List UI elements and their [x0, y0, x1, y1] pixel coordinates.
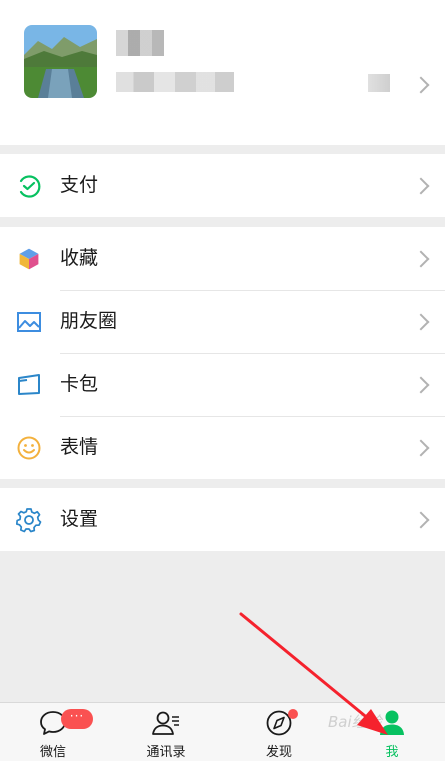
tab-label: 我	[385, 745, 399, 760]
menu-item-stickers[interactable]: 表情	[0, 416, 445, 479]
chevron-right-icon	[412, 250, 430, 268]
chevron-right-icon	[412, 511, 430, 529]
cube-icon	[18, 247, 40, 271]
watermark: Bai经验	[328, 713, 382, 731]
gear-icon	[16, 508, 42, 533]
picture-icon	[17, 312, 41, 332]
menu-item-label: 表情	[60, 436, 99, 458]
menu-item-pay[interactable]: 支付	[0, 154, 445, 217]
wallet-icon	[19, 175, 41, 198]
menu-group-main: 收藏 朋友圈 卡包 表情	[0, 227, 445, 479]
tab-label: 微信	[39, 745, 66, 760]
tab-discover[interactable]: 发现	[239, 703, 319, 761]
blurred-wechat-id	[116, 72, 234, 92]
profile-header[interactable]	[0, 0, 445, 145]
chevron-right-icon	[412, 376, 430, 394]
chevron-right-icon	[412, 439, 430, 457]
menu-item-cards[interactable]: 卡包	[0, 353, 445, 416]
discover-red-dot	[288, 709, 298, 719]
menu-group-settings: 设置	[0, 488, 445, 551]
menu-group-pay: 支付	[0, 154, 445, 217]
card-icon	[18, 374, 40, 395]
menu-item-label: 设置	[60, 508, 99, 530]
menu-item-label: 朋友圈	[60, 310, 118, 332]
chevron-right-icon	[412, 313, 430, 331]
blurred-qr-code[interactable]	[368, 74, 390, 92]
tab-label: 通讯录	[146, 745, 186, 760]
menu-item-moments[interactable]: 朋友圈	[0, 290, 445, 353]
contacts-icon	[152, 711, 179, 735]
smiley-icon	[17, 436, 41, 460]
profile-chevron-icon	[412, 76, 430, 94]
chevron-right-icon	[412, 177, 430, 195]
menu-item-favorites[interactable]: 收藏	[0, 227, 445, 290]
chats-badge: ···	[61, 709, 93, 729]
menu-item-label: 支付	[60, 174, 99, 196]
blurred-nickname	[116, 30, 164, 56]
avatar[interactable]	[24, 25, 97, 98]
menu-item-label: 收藏	[60, 247, 99, 269]
tab-label: 发现	[265, 745, 292, 760]
menu-item-settings[interactable]: 设置	[0, 488, 445, 551]
tab-contacts[interactable]: 通讯录	[126, 703, 206, 761]
menu-item-label: 卡包	[60, 373, 99, 395]
